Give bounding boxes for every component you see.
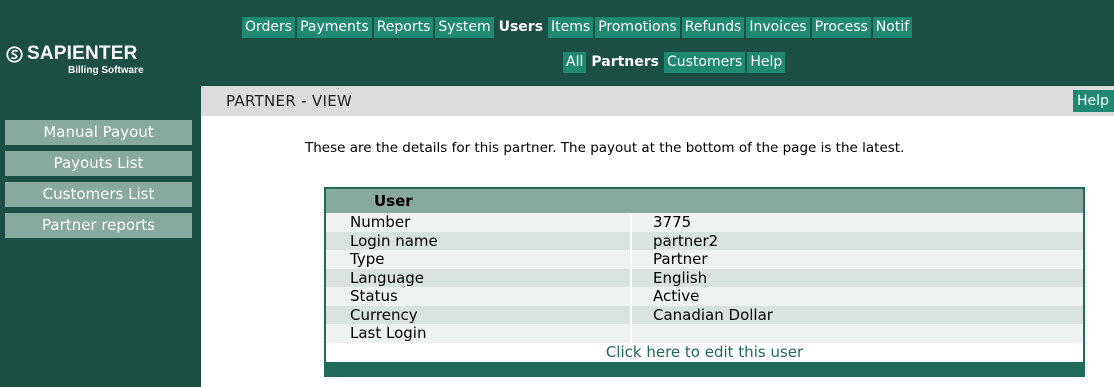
page-title: PARTNER - VIEW <box>226 92 353 110</box>
help-button[interactable]: Help <box>1073 90 1114 112</box>
sidebar-item-customers-list[interactable]: Customers List <box>5 182 192 207</box>
swirl-logo-icon <box>6 46 23 63</box>
left-panel: SAPIENTER Billing Software Manual Payout… <box>0 0 201 387</box>
tab-orders[interactable]: Orders <box>242 17 296 38</box>
row-label: Last Login <box>350 324 427 342</box>
row-value: partner2 <box>653 231 719 250</box>
subtab-help[interactable]: Help <box>747 52 786 73</box>
intro-text: These are the details for this partner. … <box>305 140 905 156</box>
table-row: Status Active <box>326 287 1083 306</box>
table-row: Number 3775 <box>326 213 1083 232</box>
column-divider <box>630 231 632 250</box>
sidebar-menu: Manual Payout Payouts List Customers Lis… <box>5 120 192 244</box>
subtab-partners[interactable]: Partners <box>588 52 662 73</box>
row-label: Type <box>350 250 385 268</box>
row-value: Partner <box>653 250 708 268</box>
table-row: Type Partner <box>326 250 1083 269</box>
row-label: Currency <box>350 305 418 324</box>
main-tabs: Orders Payments Reports System Users Ite… <box>242 17 914 38</box>
row-label: Login name <box>350 231 438 250</box>
row-value: Canadian Dollar <box>653 305 773 324</box>
tab-system[interactable]: System <box>435 17 494 38</box>
column-divider <box>630 324 632 343</box>
row-value: Active <box>653 287 700 305</box>
edit-user-link[interactable]: Click here to edit this user <box>606 343 803 361</box>
sidebar-item-manual-payout[interactable]: Manual Payout <box>5 120 192 145</box>
table-row: Currency Canadian Dollar <box>326 305 1083 324</box>
tab-refunds[interactable]: Refunds <box>681 17 745 38</box>
column-divider <box>630 305 632 324</box>
brand-name: SAPIENTER <box>27 43 138 64</box>
row-label: Language <box>350 268 425 287</box>
user-details-table: User Number 3775 Login name partner2 Typ… <box>324 187 1085 377</box>
column-divider <box>630 250 632 269</box>
table-row: Last Login <box>326 324 1083 343</box>
column-divider <box>630 287 632 306</box>
column-divider <box>630 213 632 232</box>
edit-row: Click here to edit this user <box>326 342 1083 362</box>
tab-payments[interactable]: Payments <box>297 17 372 38</box>
tab-reports[interactable]: Reports <box>373 17 434 38</box>
subtab-all[interactable]: All <box>563 52 587 73</box>
tab-promotions[interactable]: Promotions <box>595 17 680 38</box>
tab-users[interactable]: Users <box>496 17 546 38</box>
sidebar-item-partner-reports[interactable]: Partner reports <box>5 213 192 238</box>
row-value: 3775 <box>653 213 692 231</box>
tab-invoices[interactable]: Invoices <box>746 17 810 38</box>
page-title-bar: PARTNER - VIEW Help <box>201 86 1114 116</box>
table-header-label: User <box>374 192 413 210</box>
table-row: Login name partner2 <box>326 231 1083 250</box>
tab-process[interactable]: Process <box>811 17 871 38</box>
tab-notifications[interactable]: Notif <box>872 17 913 38</box>
row-value: English <box>653 268 708 287</box>
row-label: Status <box>350 287 398 305</box>
table-header: User <box>326 189 1083 213</box>
sidebar-item-payouts-list[interactable]: Payouts List <box>5 151 192 176</box>
column-divider <box>630 268 632 287</box>
subtab-customers[interactable]: Customers <box>664 52 746 73</box>
top-navigation: Orders Payments Reports System Users Ite… <box>201 0 1114 86</box>
table-row: Language English <box>326 268 1083 287</box>
row-label: Number <box>350 213 411 231</box>
tab-items[interactable]: Items <box>548 17 594 38</box>
brand-tagline: Billing Software <box>68 65 144 76</box>
sub-tabs: All Partners Customers Help <box>563 52 787 73</box>
brand-logo: SAPIENTER Billing Software <box>6 42 196 82</box>
